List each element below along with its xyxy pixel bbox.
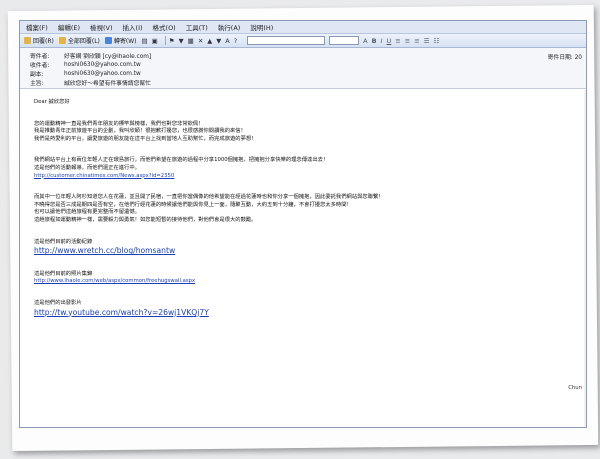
from-value[interactable]: 好客網 劉欣穎 [cy@ihaole.com] <box>64 51 151 60</box>
menu-help[interactable]: 說明(H) <box>250 22 273 32</box>
font-size-icon[interactable]: A <box>225 37 229 45</box>
reply-button[interactable]: 回覆(R) <box>24 36 54 45</box>
section-3-label: 這是他們的出發影片 <box>34 299 82 306</box>
message-header: 寄件者: 好客網 劉欣穎 [cy@ihaole.com] 收件者: hoshi0… <box>20 48 586 89</box>
message-body: Dear 誠欣您好 您的運動精神一直是我們青年朋友的標竿與榜樣，我們也對您非常欽… <box>20 89 586 318</box>
align-left-icon[interactable]: ≡ <box>395 37 400 45</box>
menu-insert[interactable]: 插入(I) <box>123 22 143 32</box>
sent-value: 20 <box>574 55 582 61</box>
subject-value: 誠欣您好～希望有件事情請您幫忙 <box>64 81 151 87</box>
bullet-list-icon[interactable]: ☰ <box>424 37 430 45</box>
paragraph-3-line-4: 這趟旅程如運動精神一樣，需要毅力與勇氣！如您能短暫的接待他們，對他們會是很大的鼓… <box>34 216 257 223</box>
from-row: 寄件者: 好客網 劉欣穎 [cy@ihaole.com] <box>30 51 580 60</box>
menu-bar: 檔案(F) 編輯(E) 檢視(V) 插入(I) 格式(O) 工具(T) 執行(A… <box>20 21 586 34</box>
scroll-gutter[interactable] <box>584 90 586 427</box>
blog-link[interactable]: http://www.wretch.cc/blog/homsantw <box>34 246 175 255</box>
menu-edit[interactable]: 編輯(E) <box>58 22 80 32</box>
paragraph-3-line-1: 而其中一位年輕人阿杉知道您人在花蓮，並且開了民宿，一直把你當偶像的他希望能在經過… <box>34 194 384 201</box>
reply-all-label: 全部回覆(L) <box>67 38 100 45</box>
forward-button[interactable]: 轉寄(W) <box>104 36 137 45</box>
reply-label: 回覆(R) <box>33 38 54 45</box>
email-window: 檔案(F) 編輯(E) 檢視(V) 插入(I) 格式(O) 工具(T) 執行(A… <box>19 20 587 428</box>
help-icon[interactable]: ? <box>234 37 237 45</box>
delete-icon[interactable]: ✕ <box>198 37 203 45</box>
subject-label: 主旨: <box>30 81 44 87</box>
paragraph-2-line-1: 我們網站平台上有兩位年輕人正在環島旅行，而他們希望在旅遊的過程中分享1000個擁… <box>34 157 329 164</box>
print-icon[interactable]: ▤ <box>142 37 148 45</box>
underline-icon[interactable]: U <box>387 37 392 45</box>
text-color-icon[interactable]: A <box>363 37 367 45</box>
section-2-label: 這是他們目前的照片集錦 <box>34 270 93 277</box>
menu-format[interactable]: 格式(O) <box>153 22 176 32</box>
flag-icon[interactable]: ⚑ <box>169 37 175 45</box>
to-label: 收件者: <box>30 63 50 69</box>
save-icon[interactable]: ▣ <box>152 37 158 45</box>
cc-row: 副本: hoshi0630@yahoo.com.tw <box>30 69 580 79</box>
from-label: 寄件者: <box>30 54 50 60</box>
forward-icon <box>104 37 112 44</box>
reply-all-button[interactable]: 全部回覆(L) <box>58 36 100 45</box>
italic-icon[interactable]: I <box>381 37 383 45</box>
sent-label: 寄件日期: <box>547 55 573 61</box>
categories-icon[interactable]: ▦ <box>188 37 194 45</box>
to-value[interactable]: hoshi0630@yahoo.com.tw <box>64 62 141 68</box>
align-center-icon[interactable]: ≡ <box>405 37 410 45</box>
menu-file[interactable]: 檔案(F) <box>26 22 48 32</box>
paragraph-1-line-3: 我們是熱愛利的平台，讓愛旅遊的朋友能在這平台上找到當地人互助幫忙，而完成旅遊的夢… <box>34 135 257 142</box>
menu-actions[interactable]: 執行(A) <box>218 22 241 32</box>
menu-view[interactable]: 檢視(V) <box>90 22 113 32</box>
signature: Chun <box>568 385 582 391</box>
font-family-select[interactable] <box>247 36 326 45</box>
to-row: 收件者: hoshi0630@yahoo.com.tw <box>30 60 580 70</box>
section-1-label: 這是他們目前的活動紀錄 <box>34 238 93 245</box>
up-arrow-icon[interactable]: ▲ <box>207 37 212 45</box>
cc-label: 副本: <box>30 72 44 78</box>
cc-value[interactable]: hoshi0630@yahoo.com.tw <box>64 71 141 77</box>
menu-tools[interactable]: 工具(T) <box>186 22 208 32</box>
sent-date: 寄件日期: 20 <box>548 52 582 61</box>
down-arrow-icon[interactable]: ▼ <box>216 37 221 45</box>
youtube-link[interactable]: http://tw.youtube.com/watch?v=26wj1VKQj7… <box>34 308 209 317</box>
paragraph-1-line-2: 我是推動青年正前旅遊平台的企劃，我叫欣穎！很抱歉打擾您，也很感謝你閱讀我的來信！ <box>34 128 246 135</box>
bold-icon[interactable]: B <box>372 37 377 45</box>
greeting: Dear 誠欣您好 <box>34 99 70 105</box>
news-link[interactable]: http://customer.chinatimes.com/News.aspx… <box>34 173 174 179</box>
subject-row: 主旨: 誠欣您好～希望有件事情請您幫忙 <box>30 78 580 87</box>
font-size-select[interactable] <box>329 36 360 45</box>
align-right-icon[interactable]: ≡ <box>414 37 419 45</box>
toolbar: 回覆(R) 全部回覆(L) 轉寄(W) ▤ ▣ ⚑ ▼ ▦ ✕ ▲ ▼ A ? … <box>20 34 586 48</box>
toolbar-divider <box>164 36 166 45</box>
numbered-list-icon[interactable]: ☷ <box>433 37 439 45</box>
photo-wall-link[interactable]: http://www.ihaole.com/web/aspx/common/fr… <box>34 278 195 284</box>
reply-icon <box>24 37 31 44</box>
reply-all-icon <box>58 37 66 44</box>
forward-label: 轉寄(W) <box>113 38 137 45</box>
paragraph-2-line-2: 這是他們的活動報導，而他們還正在進行中。 <box>34 164 140 171</box>
paragraph-3-line-3: 也可以讓他們這趟旅程有更完整而不留遺憾。 <box>34 209 140 216</box>
filter-icon[interactable]: ▼ <box>179 37 184 45</box>
